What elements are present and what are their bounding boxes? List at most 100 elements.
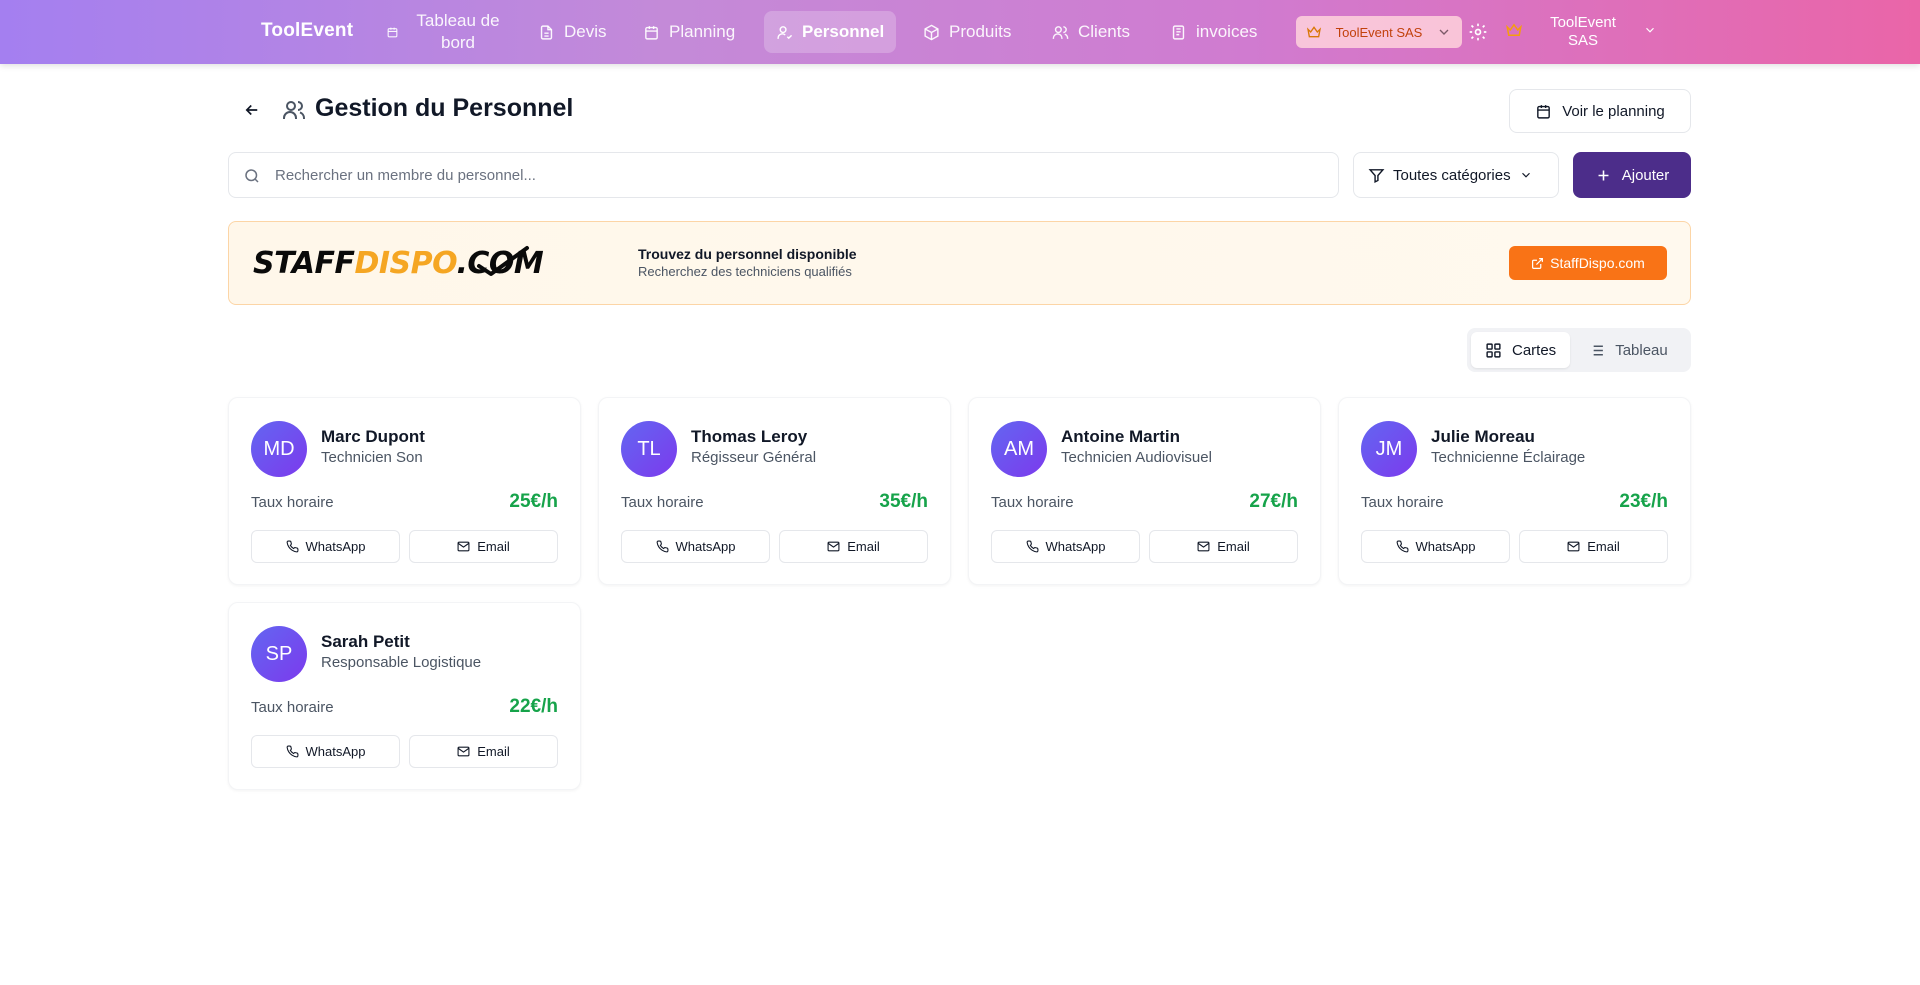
whatsapp-button[interactable]: WhatsApp — [251, 735, 400, 768]
email-button[interactable]: Email — [409, 530, 558, 563]
nav-label: Clients — [1078, 22, 1130, 41]
document-icon — [540, 24, 553, 40]
crown-icon — [1306, 26, 1322, 38]
staff-card: SP Sarah Petit Responsable Logistique Ta… — [228, 602, 581, 790]
settings-button[interactable] — [1468, 22, 1488, 42]
checkmark-icon — [477, 246, 529, 276]
chevron-down-icon — [1439, 29, 1449, 35]
view-table-button[interactable]: Tableau — [1574, 332, 1682, 368]
arrow-left-icon — [245, 104, 258, 116]
phone-icon — [656, 540, 668, 553]
grid-icon — [1486, 342, 1501, 358]
user-menu[interactable]: ToolEvent SAS — [1505, 13, 1657, 51]
search-input[interactable] — [229, 153, 1338, 197]
staff-card: AM Antoine Martin Technicien Audiovisuel… — [968, 397, 1321, 585]
staff-role: Régisseur Général — [691, 449, 817, 466]
nav-label: Produits — [949, 22, 1012, 41]
nav-label: Personnel — [802, 22, 885, 41]
email-button[interactable]: Email — [409, 735, 558, 768]
hourly-rate: 23€/h — [1619, 491, 1668, 512]
rate-label: Taux horaire — [251, 494, 334, 511]
staff-role: Technicien Audiovisuel — [1061, 449, 1212, 466]
external-link-icon — [1532, 257, 1544, 269]
email-button[interactable]: Email — [1149, 530, 1298, 563]
chevron-down-icon — [1643, 23, 1657, 42]
email-label: Email — [847, 539, 880, 554]
email-button[interactable]: Email — [779, 530, 928, 563]
whatsapp-button[interactable]: WhatsApp — [621, 530, 770, 563]
whatsapp-button[interactable]: WhatsApp — [991, 530, 1140, 563]
avatar: JM — [1361, 421, 1417, 477]
view-cards-button[interactable]: Cartes — [1471, 332, 1571, 368]
nav-item-produits[interactable]: Produits — [911, 11, 1023, 53]
user-menu-label: ToolEvent SAS — [1550, 14, 1616, 49]
staff-card: TL Thomas Leroy Régisseur Général Taux h… — [598, 397, 951, 585]
staff-role: Technicienne Éclairage — [1431, 449, 1586, 466]
nav-item-personnel[interactable]: Personnel — [764, 11, 897, 53]
add-staff-label: Ajouter — [1621, 166, 1670, 184]
back-button[interactable] — [238, 96, 266, 124]
whatsapp-label: WhatsApp — [305, 744, 366, 759]
category-filter-label: Toutes catégories — [1393, 166, 1511, 184]
calendar-icon — [645, 25, 658, 40]
nav-item-clients[interactable]: Clients — [1040, 11, 1142, 53]
avatar: MD — [251, 421, 307, 477]
top-navbar: ToolEvent Tableau de bord Devis Planning… — [0, 0, 1920, 64]
phone-icon — [1026, 540, 1038, 553]
email-button[interactable]: Email — [1519, 530, 1668, 563]
staff-name: Thomas Leroy — [691, 427, 808, 446]
banner-title: Trouvez du personnel disponible — [638, 246, 857, 262]
staffdispo-link-button[interactable]: StaffDispo.com — [1509, 246, 1667, 280]
nav-label: Devis — [564, 22, 607, 41]
brand-logo[interactable]: ToolEvent — [261, 20, 353, 42]
rate-label: Taux horaire — [1361, 494, 1444, 511]
view-planning-label: Voir le planning — [1562, 102, 1665, 120]
chevron-down-icon — [1521, 172, 1530, 178]
list-icon — [1590, 345, 1604, 355]
whatsapp-button[interactable]: WhatsApp — [1361, 530, 1510, 563]
gear-icon — [1469, 23, 1487, 41]
filter-icon — [1368, 168, 1385, 183]
avatar: TL — [621, 421, 677, 477]
staffdispo-banner: STAFFDISPO.COM Trouvez du personnel disp… — [228, 221, 1691, 305]
phone-icon — [286, 745, 298, 758]
rate-label: Taux horaire — [621, 494, 704, 511]
whatsapp-label: WhatsApp — [305, 539, 366, 554]
banner-subtitle: Recherchez des techniciens qualifiés — [638, 264, 852, 279]
staff-role: Technicien Son — [321, 449, 423, 466]
hourly-rate: 22€/h — [509, 696, 558, 717]
tenant-label: ToolEvent SAS — [1335, 24, 1423, 40]
staff-card: JM Julie Moreau Technicienne Éclairage T… — [1338, 397, 1691, 585]
mail-icon — [457, 541, 470, 552]
nav-label: Tableau de bord — [416, 11, 500, 52]
staff-name: Sarah Petit — [321, 632, 410, 651]
whatsapp-label: WhatsApp — [1045, 539, 1106, 554]
whatsapp-button[interactable]: WhatsApp — [251, 530, 400, 563]
view-table-label: Tableau — [1615, 341, 1668, 359]
tenant-select[interactable]: ToolEvent SAS — [1296, 16, 1462, 48]
phone-icon — [286, 540, 298, 553]
nav-item-devis[interactable]: Devis — [526, 11, 619, 53]
crown-icon — [1505, 21, 1523, 44]
plus-icon — [1598, 170, 1609, 180]
search-bar — [228, 152, 1339, 198]
view-planning-button[interactable]: Voir le planning — [1509, 89, 1691, 133]
add-staff-button[interactable]: Ajouter — [1573, 152, 1691, 198]
search-icon — [245, 169, 259, 183]
nav-item-invoices[interactable]: invoices — [1158, 11, 1269, 53]
category-filter[interactable]: Toutes catégories — [1353, 152, 1559, 198]
users-icon — [282, 98, 306, 127]
package-icon — [924, 24, 939, 40]
mail-icon — [1197, 541, 1210, 552]
rate-label: Taux horaire — [991, 494, 1074, 511]
nav-item-planning[interactable]: Planning — [631, 11, 747, 53]
users-icon — [1052, 25, 1069, 39]
nav-item-tableau-de-bord[interactable]: Tableau de bord — [374, 11, 520, 53]
staff-name: Julie Moreau — [1431, 427, 1535, 446]
mail-icon — [827, 541, 840, 552]
phone-icon — [1396, 540, 1408, 553]
page-title: Gestion du Personnel — [315, 94, 574, 122]
logo-text-staff: STAFF — [253, 246, 355, 281]
staff-name: Marc Dupont — [321, 427, 425, 446]
staff-card: MD Marc Dupont Technicien Son Taux horai… — [228, 397, 581, 585]
